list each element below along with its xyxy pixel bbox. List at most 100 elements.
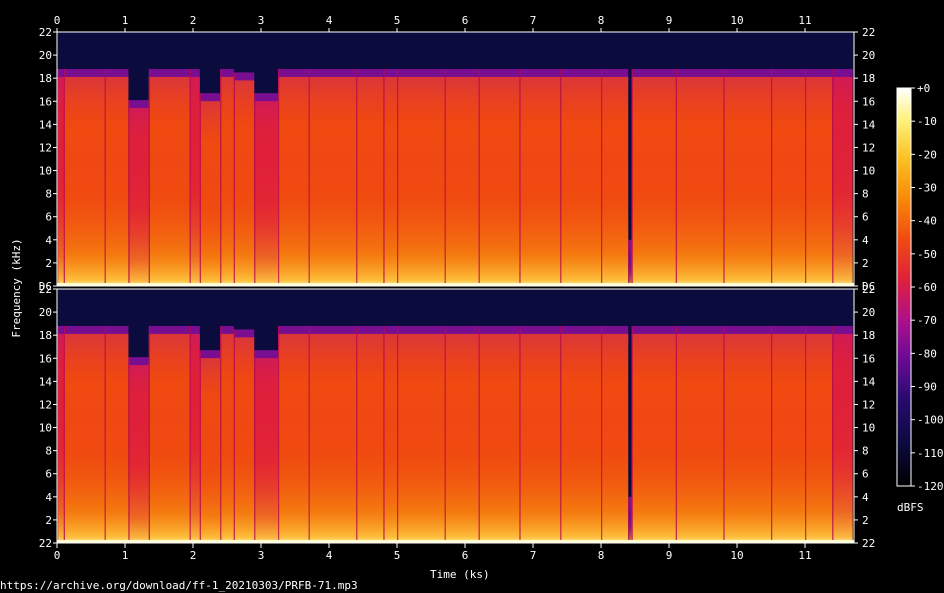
y-tick-label-left: 22 [39,283,52,296]
x-tick-label-top: 0 [54,14,61,27]
segment-boundary [519,68,521,286]
segment-boundary [723,325,725,543]
segment-low-energy [189,333,200,543]
y-tick-label-right: 6 [862,468,869,481]
y-tick-label-right: 18 [862,329,875,342]
segment-low-energy [560,333,602,543]
segment-low-energy [278,76,309,286]
segment-low-energy [397,76,445,286]
segment-boundary [805,325,807,543]
segment-low-energy [128,108,149,286]
x-tick-label-bottom: 5 [394,549,401,562]
segment-boundary [199,93,202,286]
colorbar-tick-label: -70 [917,314,937,327]
y-tick-label-left: 16 [39,95,52,108]
segment-low-energy [601,76,629,286]
y-tick-label-right: 22 [862,283,875,296]
y-tick-label-left: 18 [39,329,52,342]
y-tick-label-right: 4 [862,234,869,247]
segment-low-energy [199,358,221,543]
segment-low-energy [383,76,398,286]
y-tick-label-right: 4 [862,491,869,504]
segment-boundary [444,68,446,286]
y-tick-label-left: 8 [45,188,52,201]
segment-boundary [104,325,106,543]
x-tick-label-bottom: 2 [190,549,197,562]
x-tick-label-bottom: 8 [598,549,605,562]
segment-boundary [771,68,773,286]
y-tick-label-right: 16 [862,95,875,108]
colorbar-tick-label: -20 [917,148,937,161]
segment-low-energy [148,76,190,286]
segment-boundary [254,350,256,543]
segment-boundary [723,68,725,286]
segment-low-energy [478,76,520,286]
y-tick-label-left: 2 [45,514,52,527]
segment-low-energy [63,76,105,286]
segment-low-energy [189,76,200,286]
x-tick-label-top: 4 [326,14,333,27]
y-tick-label-right: 10 [862,165,875,178]
segment-boundary [220,325,222,543]
segment-low-energy [832,333,853,543]
segment-boundary [628,239,630,286]
x-axis-label: Time (ks) [430,568,490,581]
y-tick-label-left: 6 [45,211,52,224]
x-tick-label-bottom: 6 [462,549,469,562]
channel-1-spectrogram [56,31,855,287]
segment-boundary [278,68,280,286]
colorbar-tick-label: +0 [917,82,930,95]
x-tick-label-bottom: 11 [798,549,811,562]
segment-boundary [383,68,385,286]
y-tick-label-left: 4 [45,234,52,247]
x-tick-label-top: 6 [462,14,469,27]
y-tick-label-right: 14 [862,375,876,388]
x-tick-label-top: 2 [190,14,197,27]
x-tick-label-bottom: 4 [326,549,333,562]
segment-low-energy [356,76,384,286]
segment-boundary [397,325,399,543]
colorbar-tick-label: -90 [917,381,937,394]
y-tick-label-right: 18 [862,72,875,85]
x-tick-label-bottom: 9 [666,549,673,562]
segment-boundary [771,325,773,543]
segment-boundary [199,350,202,543]
segment-low-energy [397,333,445,543]
segment-boundary [128,100,130,286]
colorbar-ticks: +0 -10 -20 -30 -40 -50 -60 -70 -80 -90 -100 -110 -12… [911,82,944,493]
segment-boundary [189,68,191,286]
segment-boundary [278,325,280,543]
y-tick-label-left: 14 [39,118,53,131]
y-tick-label-left: 20 [39,49,52,62]
segment-boundary [148,325,151,543]
segment-boundary [560,325,562,543]
y-tick-label-right: 10 [862,422,875,435]
segment-boundary [519,325,521,543]
segment-boundary [308,68,310,286]
segment-boundary [308,325,310,543]
y-tick-label-left: 22 [39,537,52,550]
segment-low-energy [233,80,255,286]
y-tick-label-right: 22 [862,26,875,39]
segment-low-energy [63,333,105,543]
x-tick-label-top: 3 [258,14,265,27]
segment-low-energy [675,333,724,543]
segment-boundary [220,68,222,286]
y-tick-label-right: 20 [862,49,875,62]
y-tick-label-left: 4 [45,491,52,504]
segment-low-energy [254,358,279,543]
segment-low-energy [383,333,398,543]
segment-boundary [805,68,807,286]
segment-low-energy [199,101,221,286]
spectrogram-figure: 0011223344556677889910101111DC DC2 24 46 68 8… [10,14,944,581]
y-tick-label-left: 10 [39,422,52,435]
segment-low-energy [601,333,629,543]
y-tick-label-left: 8 [45,445,52,458]
segment-low-energy [278,333,309,543]
segment-low-energy [104,333,129,543]
segment-low-energy [254,101,279,286]
segment-boundary [478,68,480,286]
segment-boundary [356,68,358,286]
segment-low-energy [631,333,676,543]
segment-boundary [397,68,399,286]
